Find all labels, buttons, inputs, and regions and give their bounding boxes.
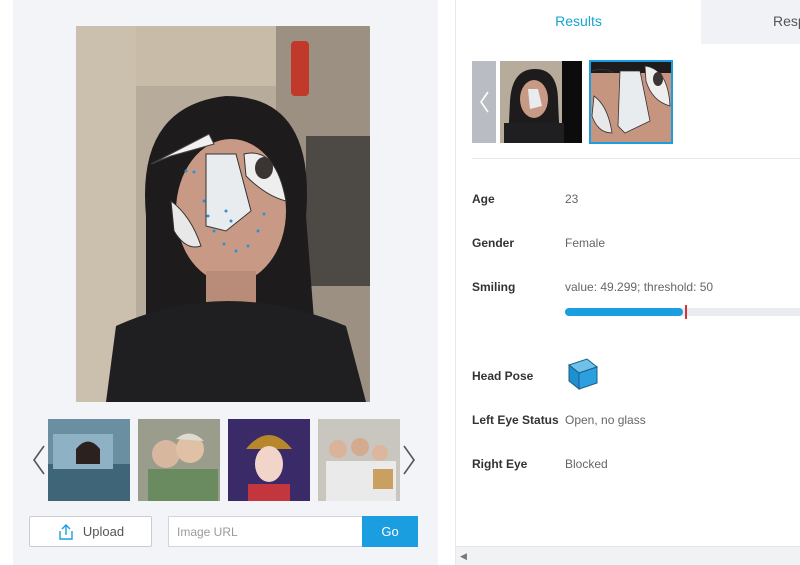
gender-value: Female <box>565 236 606 250</box>
upload-icon <box>59 523 73 540</box>
chevron-left-icon[interactable] <box>30 444 48 476</box>
cube-icon <box>565 355 601 396</box>
horizontal-scrollbar[interactable]: ◀ <box>456 546 800 565</box>
main-photo <box>76 26 370 402</box>
face-prev-button[interactable] <box>472 61 496 143</box>
results-panel: Results Resp Age 23 Gender Female Smilin… <box>455 0 800 565</box>
smile-score-bar <box>565 305 800 319</box>
sample-thumbnail-strip <box>26 418 421 502</box>
image-source-controls: Upload Go <box>29 516 421 547</box>
tab-response[interactable]: Resp <box>701 0 800 44</box>
chevron-right-icon[interactable] <box>400 444 418 476</box>
smile-score-fill <box>565 308 684 316</box>
left-eye-label: Left Eye Status <box>472 413 559 427</box>
detected-face-thumbnail-selected[interactable] <box>589 60 673 144</box>
upload-button[interactable]: Upload <box>29 516 152 547</box>
age-label: Age <box>472 192 495 206</box>
go-button[interactable]: Go <box>362 516 418 547</box>
sample-thumbnail-family[interactable] <box>318 419 400 501</box>
divider <box>472 158 800 159</box>
upload-label: Upload <box>82 524 125 539</box>
detected-face-strip <box>472 60 800 144</box>
smiling-label: Smiling <box>472 280 516 294</box>
smiling-value: value: 49.299; threshold: 50 <box>565 280 714 294</box>
gender-label: Gender <box>472 236 515 250</box>
chevron-left-icon <box>480 91 489 113</box>
smile-threshold-marker <box>685 305 687 319</box>
head-pose-label: Head Pose <box>472 369 534 383</box>
image-url-input[interactable] <box>168 516 362 547</box>
scroll-left-icon[interactable]: ◀ <box>460 551 467 562</box>
left-eye-value: Open, no glass <box>565 413 646 427</box>
face-detection-demo: Upload Go Results Resp Age 23 <box>0 0 800 565</box>
sample-thumbnail-car[interactable] <box>48 419 130 501</box>
result-tabs: Results Resp <box>456 0 800 44</box>
right-eye-label: Right Eye <box>472 457 528 471</box>
sample-thumbnail-opera[interactable] <box>228 419 310 501</box>
age-value: 23 <box>565 192 579 206</box>
detected-face-thumbnail[interactable] <box>500 61 582 143</box>
image-panel: Upload Go <box>13 0 438 565</box>
sample-thumbnail-elderly-couple[interactable] <box>138 419 220 501</box>
right-eye-value: Blocked <box>565 457 608 471</box>
tab-results[interactable]: Results <box>456 0 701 44</box>
